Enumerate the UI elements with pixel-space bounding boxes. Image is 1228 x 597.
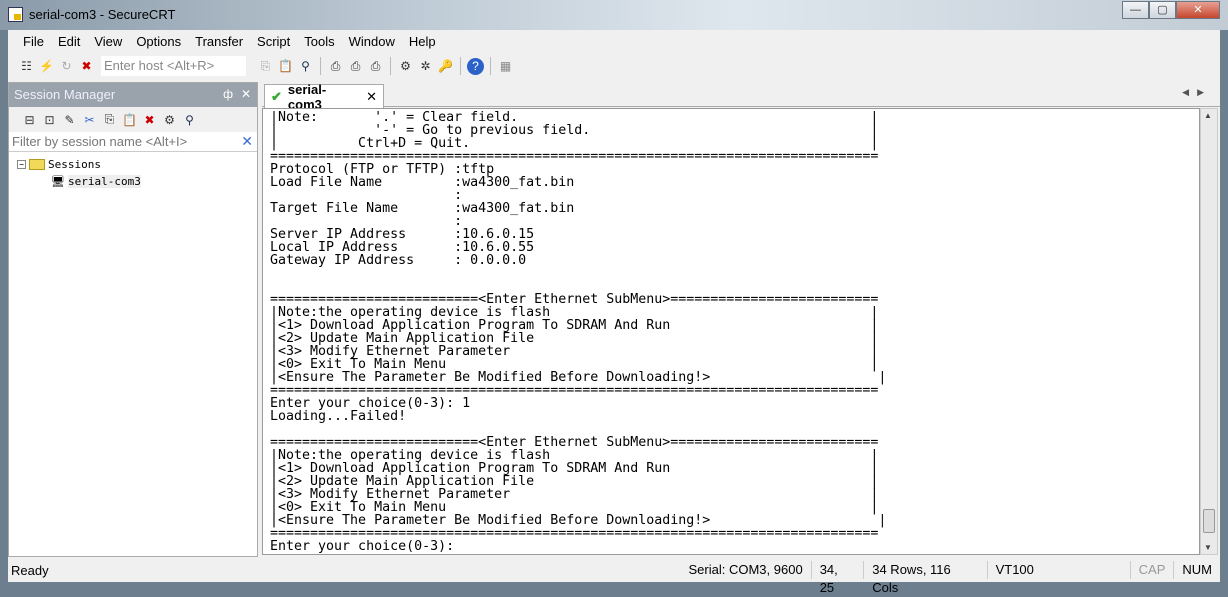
copy-icon[interactable]: ⎘ xyxy=(257,58,274,75)
menu-help[interactable]: Help xyxy=(402,34,443,49)
filter-placeholder: Filter by session name <Alt+I> xyxy=(12,134,188,149)
menu-edit[interactable]: Edit xyxy=(51,34,87,49)
menu-file[interactable]: File xyxy=(16,34,51,49)
connected-check-icon: ✔ xyxy=(271,88,282,104)
minimize-button[interactable]: — xyxy=(1122,1,1149,19)
status-connection: Serial: COM3, 9600 xyxy=(688,562,803,577)
session-tree: − Sessions 🖥 serial-com3 xyxy=(9,152,257,194)
menu-bar: File Edit View Options Transfer Script T… xyxy=(8,30,443,52)
disconnect-icon[interactable]: ✖ xyxy=(78,58,95,75)
reconnect-icon[interactable]: ↻ xyxy=(58,58,75,75)
quick-connect-icon[interactable]: ⚡ xyxy=(38,58,55,75)
app-frame: File Edit View Options Transfer Script T… xyxy=(8,30,1220,595)
folder-label: Sessions xyxy=(48,158,101,171)
print-icon[interactable]: ⎙ xyxy=(327,58,344,75)
session-label: serial-com3 xyxy=(67,175,141,188)
tab-bar: ✔ serial-com3 ✕ ◀▶ xyxy=(262,82,1220,112)
pin-icon[interactable]: ф xyxy=(223,87,233,101)
copy-icon[interactable]: ⎘ xyxy=(101,111,118,128)
toolbar: ☷ ⚡ ↻ ✖ Enter host <Alt+R> ⎘ 📋 ⚲ ⎙ ⎙ ⎙ ⚙… xyxy=(8,54,1220,78)
session-filter-input[interactable]: Filter by session name <Alt+I> ✕ xyxy=(9,132,257,152)
window-title: serial-com3 - SecureCRT xyxy=(29,7,176,22)
help-icon[interactable]: ? xyxy=(467,57,484,75)
connect-session-icon[interactable]: ⊟ xyxy=(21,111,38,128)
session-icon: 🖥 xyxy=(51,175,65,188)
terminal-line: Enter your choice(0-3): 1 xyxy=(270,396,471,411)
terminal-line: Gateway IP Address : 0.0.0.0 xyxy=(270,253,527,268)
folder-icon xyxy=(29,159,45,170)
menu-view[interactable]: View xyxy=(87,34,129,49)
clear-filter-icon[interactable]: ✕ xyxy=(241,133,253,150)
new-session-icon[interactable]: ✎ xyxy=(61,111,78,128)
keymap-icon[interactable]: 🔑 xyxy=(437,58,454,75)
host-input[interactable]: Enter host <Alt+R> xyxy=(101,56,246,76)
terminal-screen[interactable]: |Note: '.' = Clear field. | | '-' = Go to… xyxy=(262,108,1200,555)
maximize-button[interactable]: ▢ xyxy=(1149,1,1176,19)
close-button[interactable]: ✕ xyxy=(1176,1,1220,19)
tab-close-icon[interactable]: ✕ xyxy=(366,89,377,105)
status-bar: Ready Serial: COM3, 9600 34, 25 34 Rows,… xyxy=(8,560,1220,595)
paste-icon[interactable]: 📋 xyxy=(121,111,138,128)
scroll-up-icon[interactable]: ▲ xyxy=(1204,111,1212,120)
properties-icon[interactable]: ⚙ xyxy=(161,111,178,128)
menu-transfer[interactable]: Transfer xyxy=(188,34,250,49)
status-size: 34 Rows, 116 Cols xyxy=(863,561,986,595)
tab-scroll-arrows[interactable]: ◀▶ xyxy=(1182,87,1212,98)
app-icon xyxy=(8,7,23,22)
cut-icon[interactable]: ✂ xyxy=(81,111,98,128)
scroll-thumb[interactable] xyxy=(1203,509,1215,533)
status-cap: CAP xyxy=(1129,561,1174,579)
panel-close-icon[interactable]: ✕ xyxy=(241,87,251,101)
tree-item-serial-com3[interactable]: 🖥 serial-com3 xyxy=(17,173,249,190)
tab-serial-com3[interactable]: ✔ serial-com3 ✕ xyxy=(264,82,384,112)
menu-window[interactable]: Window xyxy=(342,34,402,49)
sftp-icon[interactable]: ▦ xyxy=(497,58,514,75)
printer-icon[interactable]: ⎙ xyxy=(367,58,384,75)
separator xyxy=(460,57,461,75)
delete-icon[interactable]: ✖ xyxy=(141,111,158,128)
separator xyxy=(390,57,391,75)
session-options-icon[interactable]: ⚙ xyxy=(397,58,414,75)
menu-tools[interactable]: Tools xyxy=(297,34,341,49)
find-icon[interactable]: ⚲ xyxy=(181,111,198,128)
menu-options[interactable]: Options xyxy=(129,34,188,49)
tab-label: serial-com3 xyxy=(287,81,327,112)
connect-tab-icon[interactable]: ⊡ xyxy=(41,111,58,128)
collapse-icon[interactable]: − xyxy=(17,160,26,169)
connect-icon[interactable]: ☷ xyxy=(18,58,35,75)
status-ready: Ready xyxy=(11,562,49,578)
status-num: NUM xyxy=(1173,561,1220,579)
menu-script[interactable]: Script xyxy=(250,34,297,49)
paste-icon[interactable]: 📋 xyxy=(277,58,294,75)
find-icon[interactable]: ⚲ xyxy=(297,58,314,75)
session-manager-header: Session Manager ф ✕ xyxy=(9,83,257,107)
session-manager-title: Session Manager xyxy=(14,87,116,102)
print-selection-icon[interactable]: ⎙ xyxy=(347,58,364,75)
vertical-scrollbar[interactable]: ▲ ▼ xyxy=(1200,108,1218,555)
scroll-down-icon[interactable]: ▼ xyxy=(1204,543,1212,552)
separator xyxy=(490,57,491,75)
terminal-line: Enter your choice(0-3): xyxy=(270,539,455,554)
session-manager-toolbar: ⊟ ⊡ ✎ ✂ ⎘ 📋 ✖ ⚙ ⚲ xyxy=(9,107,257,132)
terminal-line: Loading...Failed! xyxy=(270,409,407,424)
status-emulation: VT100 xyxy=(986,561,1117,579)
status-cursor: 34, 25 xyxy=(810,561,864,595)
session-manager-panel: Session Manager ф ✕ ⊟ ⊡ ✎ ✂ ⎘ 📋 ✖ ⚙ ⚲ Fi… xyxy=(8,82,258,557)
global-options-icon[interactable]: ✲ xyxy=(417,58,434,75)
title-bar: serial-com3 - SecureCRT — ▢ ✕ xyxy=(0,0,1228,30)
tree-folder-sessions[interactable]: − Sessions xyxy=(17,156,249,173)
separator xyxy=(320,57,321,75)
